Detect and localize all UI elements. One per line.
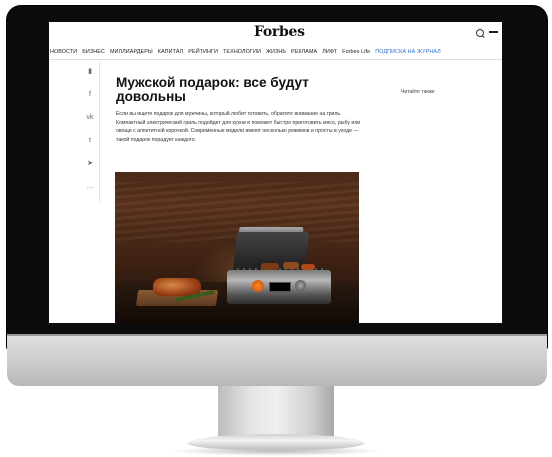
nav-item-lift[interactable]: ЛИФТ [322, 49, 337, 55]
bookmark-icon[interactable]: ▮ [85, 67, 95, 77]
article-image [115, 172, 359, 323]
monitor-stand-foot [188, 434, 364, 450]
main-nav: НОВОСТИ БИЗНЕС МИЛЛИАРДЕРЫ КАПИТАЛ РЕЙТИ… [49, 47, 502, 57]
nav-link-subscribe[interactable]: ПОДПИСКА НА ЖУРНАЛ [375, 49, 441, 55]
monitor-stand-neck [218, 386, 334, 436]
more-icon[interactable]: … [85, 182, 95, 192]
site-logo[interactable]: Forbes [254, 24, 305, 40]
menu-icon[interactable] [489, 31, 498, 33]
share-bar: ▮ f vk t ➤ … [85, 67, 97, 205]
sidebar-label[interactable]: Читайте также [401, 89, 435, 95]
nav-item-life[interactable]: ЖИЗНЬ [266, 49, 286, 55]
nav-item-news[interactable]: НОВОСТИ [50, 49, 77, 55]
nav-item-forbes-life[interactable]: Forbes Life [342, 49, 370, 55]
monitor-chin [7, 336, 547, 386]
image-grill-knob [295, 280, 306, 291]
search-icon[interactable] [476, 29, 484, 37]
nav-item-ads[interactable]: РЕКЛАМА [291, 49, 317, 55]
image-food [261, 263, 279, 270]
nav-item-technology[interactable]: ТЕХНОЛОГИИ [223, 49, 261, 55]
site-header: Forbes [49, 22, 502, 44]
twitter-icon[interactable]: t [85, 136, 95, 146]
nav-item-billionaires[interactable]: МИЛЛИАРДЕРЫ [110, 49, 153, 55]
image-food [283, 262, 299, 269]
facebook-icon[interactable]: f [85, 90, 95, 100]
nav-item-business[interactable]: БИЗНЕС [82, 49, 105, 55]
share-divider [99, 62, 100, 202]
article-title: Мужской подарок: все будут довольны [116, 75, 309, 104]
vk-icon[interactable]: vk [85, 113, 95, 123]
telegram-icon[interactable]: ➤ [85, 159, 95, 169]
image-grill-display [269, 282, 291, 292]
image-grill-knob [252, 280, 264, 292]
screen: Forbes НОВОСТИ БИЗНЕС МИЛЛИАРДЕРЫ КАПИТА… [49, 22, 502, 323]
nav-item-capital[interactable]: КАПИТАЛ [158, 49, 184, 55]
nav-divider [49, 59, 502, 60]
nav-item-ratings[interactable]: РЕЙТИНГИ [188, 49, 218, 55]
article-lead: Если вы ищете подарок для мужчины, котор… [116, 111, 361, 143]
